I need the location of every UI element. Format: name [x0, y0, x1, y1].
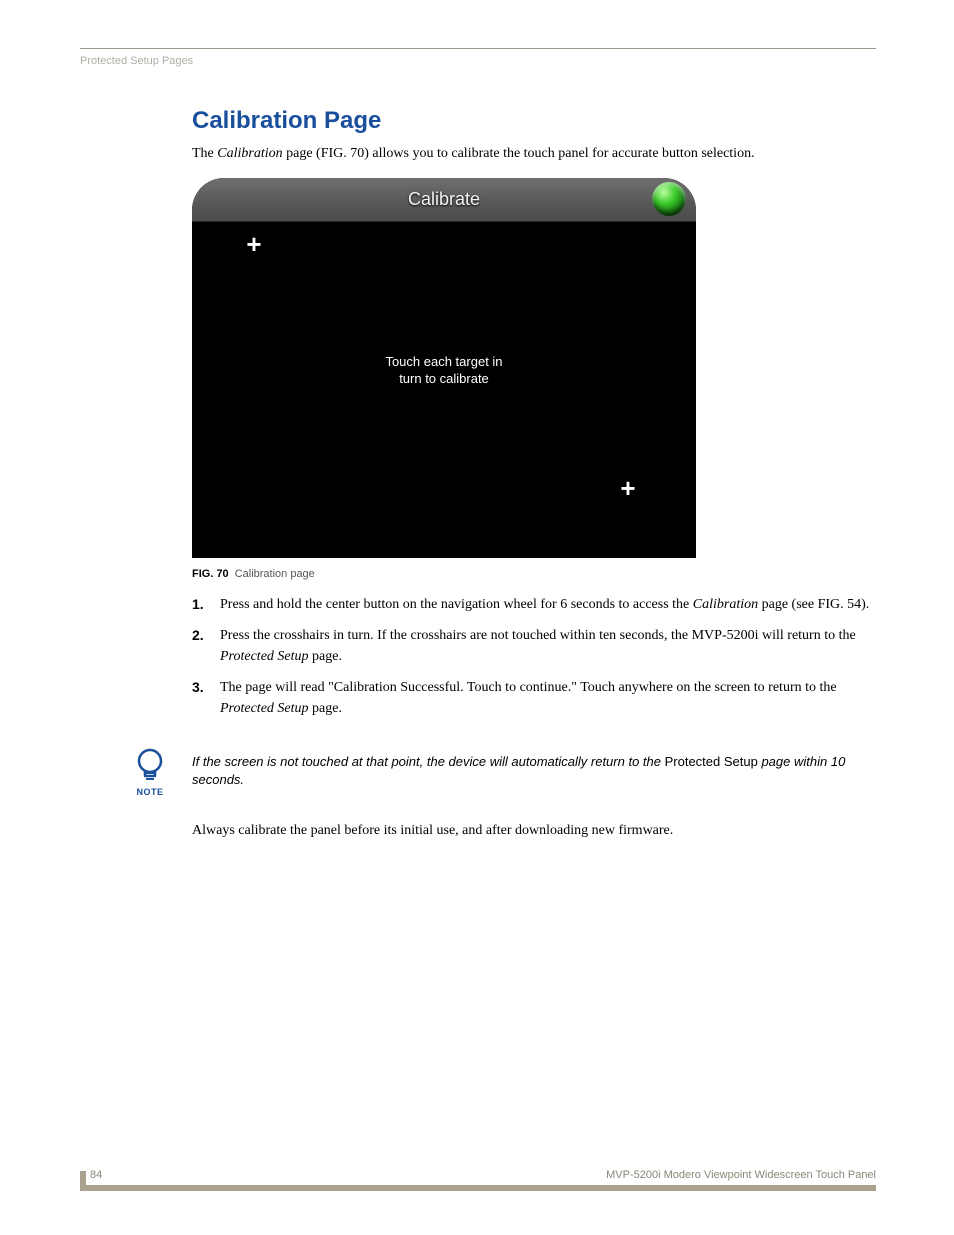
intro-post: page (FIG. 70) allows you to calibrate t… [283, 146, 755, 161]
step-item: Press the crosshairs in turn. If the cro… [192, 625, 876, 667]
figure-message-line1: Touch each target in [385, 354, 502, 369]
closing-paragraph: Always calibrate the panel before its in… [192, 823, 876, 839]
note-text: If the screen is not touched at that poi… [192, 747, 876, 789]
figure-caption-text: Calibration page [235, 568, 315, 580]
step-text-em: Protected Setup [220, 701, 309, 716]
figure-caption: FIG. 70 Calibration page [192, 568, 696, 580]
note-icon-container: NOTE [130, 747, 170, 797]
intro-em: Calibration [217, 146, 282, 161]
crosshair-icon: + [618, 478, 638, 498]
step-item: The page will read "Calibration Successf… [192, 677, 876, 719]
step-text-post: page. [309, 649, 342, 664]
intro-pre: The [192, 146, 217, 161]
footer-rule [80, 1185, 876, 1191]
step-item: Press and hold the center button on the … [192, 594, 876, 615]
step-text-post: page. [309, 701, 342, 716]
step-text-pre: Press and hold the center button on the … [220, 597, 693, 612]
figure-message-line2: turn to calibrate [399, 371, 489, 386]
step-text-post: page (see FIG. 54). [758, 597, 869, 612]
note-label: NOTE [130, 787, 170, 797]
step-text-pre: The page will read "Calibration Successf… [220, 680, 837, 695]
crosshair-icon: + [244, 234, 264, 254]
steps-list: Press and hold the center button on the … [192, 594, 876, 719]
running-head: Protected Setup Pages [80, 55, 876, 67]
note-block: NOTE If the screen is not touched at tha… [130, 747, 876, 797]
figure-message: Touch each target in turn to calibrate [192, 353, 696, 388]
figure-caption-label: FIG. 70 [192, 568, 229, 580]
page-footer: 84 MVP-5200i Modero Viewpoint Widescreen… [80, 1169, 876, 1191]
figure-header-title: Calibrate [408, 189, 480, 210]
page-number: 84 [90, 1169, 102, 1181]
status-led-icon [652, 182, 686, 216]
lightbulb-icon [133, 747, 167, 785]
section-heading: Calibration Page [192, 107, 876, 135]
figure-header-bar: Calibrate [192, 178, 696, 222]
intro-paragraph: The Calibration page (FIG. 70) allows yo… [192, 145, 876, 164]
figure-calibrate-screen: Calibrate + + Touch each target in turn … [192, 178, 696, 558]
step-text-em: Calibration [693, 597, 758, 612]
doc-title: MVP-5200i Modero Viewpoint Widescreen To… [606, 1169, 876, 1181]
note-text-pre: If the screen is not touched at that poi… [192, 754, 665, 769]
step-text-pre: Press the crosshairs in turn. If the cro… [220, 628, 856, 643]
note-text-upright: Protected Setup [665, 754, 758, 769]
step-text-em: Protected Setup [220, 649, 309, 664]
